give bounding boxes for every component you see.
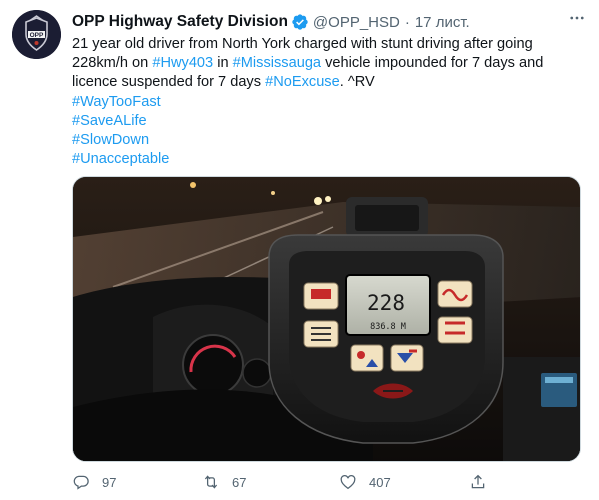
author-avatar[interactable]: OPP [12,10,61,59]
opp-crest-icon: OPP [12,10,61,59]
tweet-text-segment: . ^RV [339,74,375,91]
header-separator: · [404,13,410,31]
hashtag-link[interactable]: #NoExcuse [265,74,340,90]
tweet-card[interactable]: OPP OPP Highway Safety Division @OPP_HSD… [0,0,599,500]
like-button[interactable]: 407 [339,473,469,491]
radar-photo-illustration: 228 836.8 M [73,177,580,461]
tweet-photo[interactable]: 228 836.8 M [72,176,581,462]
reply-icon [73,475,89,490]
retweet-count: 67 [232,474,247,490]
hashtag-link[interactable]: #SaveALife [72,113,147,129]
radar-distance-readout: 836.8 M [370,322,406,332]
retweet-icon [204,475,218,489]
reply-count: 97 [102,474,117,490]
tweet-timestamp[interactable]: 17 лист. [415,14,470,31]
reply-button[interactable]: 97 [72,473,202,491]
share-icon [471,474,485,489]
tweet-text: 21 year old driver from North York charg… [72,35,587,169]
like-count: 407 [369,474,391,490]
like-icon [340,475,356,490]
hashtag-link[interactable]: #SlowDown [72,132,149,148]
tweet-text-segment: in [213,55,233,72]
share-button[interactable] [469,473,509,491]
tweet-main-paragraph: 21 year old driver from North York charg… [72,35,587,93]
author-display-name[interactable]: OPP Highway Safety Division [72,13,288,31]
hashtag-link[interactable]: #Mississauga [233,55,321,71]
verified-badge-icon [292,14,308,30]
hashtag-link[interactable]: #WayTooFast [72,94,161,110]
tweet-header: OPP Highway Safety Division @OPP_HSD · 1… [72,11,592,33]
hashtag-link[interactable]: #Unacceptable [72,151,169,167]
tweet-actions-bar: 97 67 407 [72,471,532,493]
more-options-icon[interactable] [566,9,588,31]
author-handle[interactable]: @OPP_HSD [313,14,400,31]
avatar-text: OPP [30,32,44,39]
hashtag-link[interactable]: #Hwy403 [152,55,213,71]
retweet-button[interactable]: 67 [202,473,339,491]
radar-speed-readout: 228 [367,291,405,315]
